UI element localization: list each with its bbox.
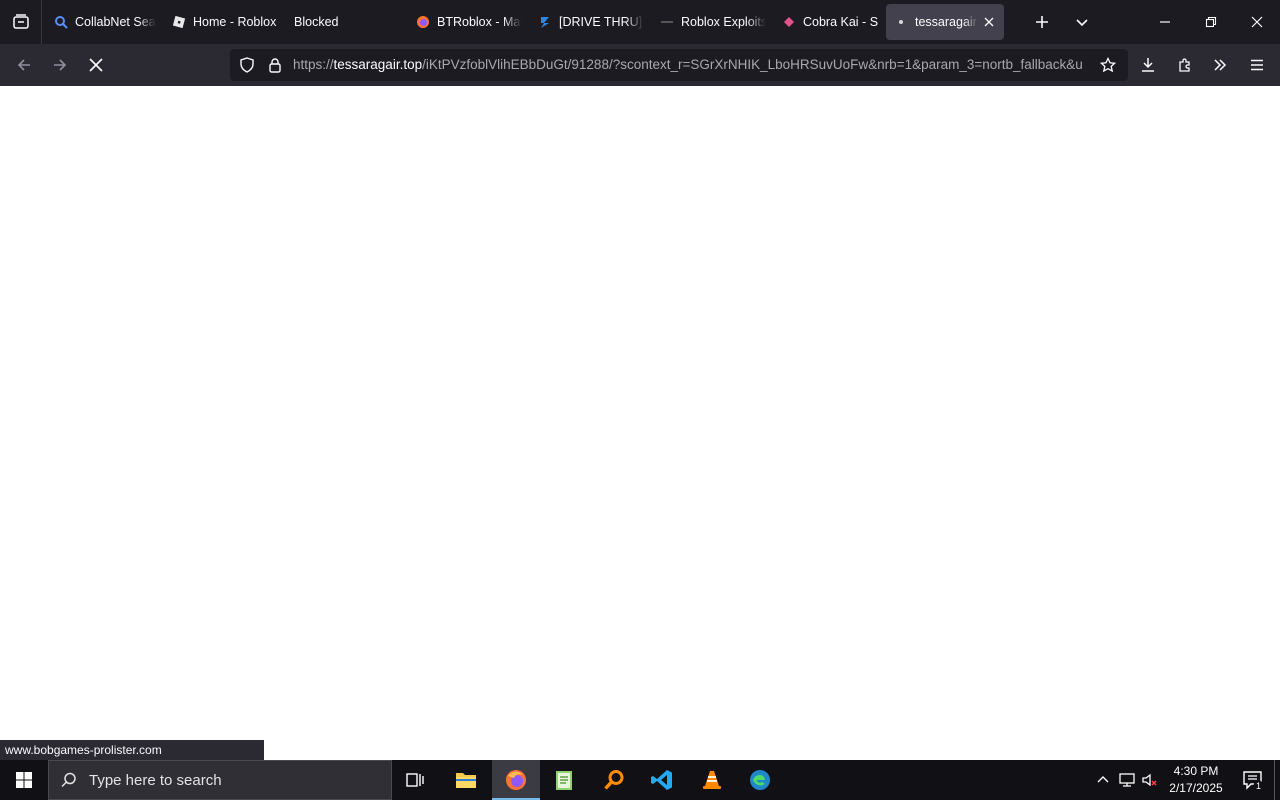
minimize-button[interactable]	[1142, 0, 1188, 44]
clock-date: 2/17/2025	[1169, 781, 1223, 795]
notification-count: 1	[1256, 781, 1261, 791]
restore-icon	[1205, 16, 1217, 28]
tab-roblox-exploits[interactable]: Roblox Exploits	[652, 4, 774, 40]
show-desktop-button[interactable]	[1274, 760, 1280, 800]
tab-title: BTRoblox - Making Roblox Better	[437, 15, 522, 29]
chevron-up-icon	[1097, 776, 1109, 783]
tab-title: Home - Roblox	[193, 15, 277, 29]
taskbar-search-box[interactable]: Type here to search	[48, 760, 392, 800]
tab-collabnet-search[interactable]: CollabNet Search	[46, 4, 164, 40]
windows-logo-icon	[16, 772, 32, 788]
tab-strip: CollabNet Search Home - Roblox Blocked B…	[0, 0, 1280, 44]
chevron-down-icon	[1076, 19, 1088, 27]
dots-icon	[660, 15, 674, 29]
bookmark-star-icon[interactable]	[1100, 57, 1116, 73]
forward-button[interactable]	[44, 49, 76, 81]
tab-title: [DRIVE THRU] Fast Food Simulator	[559, 15, 644, 29]
tab-manager-icon	[12, 14, 29, 29]
clock-time: 4:30 PM	[1173, 764, 1219, 778]
back-arrow-icon	[17, 59, 30, 71]
search-icon	[49, 771, 89, 789]
clock[interactable]: 4:30 PM 2/17/2025	[1160, 763, 1232, 797]
action-center-button[interactable]: 1	[1234, 760, 1272, 800]
search-icon	[54, 15, 68, 29]
show-hidden-icons-button[interactable]	[1093, 770, 1113, 790]
tab-manager-button[interactable]	[0, 0, 42, 44]
vscode-icon	[651, 770, 672, 790]
firefox-app[interactable]	[492, 760, 540, 800]
tabs: CollabNet Search Home - Roblox Blocked B…	[46, 4, 1004, 40]
notification-icon: 1	[1243, 771, 1264, 791]
downloads-button[interactable]	[1132, 49, 1164, 81]
edge-icon	[750, 770, 770, 790]
back-button[interactable]	[8, 49, 40, 81]
file-explorer-app[interactable]	[442, 760, 490, 800]
network-icon	[1119, 773, 1135, 787]
firefox-icon	[416, 15, 430, 29]
search-app-icon	[604, 770, 624, 790]
minimize-icon	[1160, 21, 1170, 23]
double-chevron-right-icon	[1214, 59, 1227, 71]
shield-icon[interactable]	[239, 57, 255, 73]
tab-title: tessaragair.top	[915, 15, 978, 29]
tab-title: Blocked	[294, 15, 339, 29]
url-text[interactable]: https://tessaragair.top/iKtPVzfoblVlihEB…	[293, 57, 1093, 73]
more-tools-button[interactable]	[1204, 49, 1236, 81]
folder-icon	[456, 773, 476, 788]
close-icon	[1251, 16, 1263, 28]
close-tab-icon[interactable]	[982, 15, 996, 29]
start-button[interactable]	[0, 760, 48, 800]
tab-title: Cobra Kai - S1	[803, 15, 878, 29]
gem-icon	[782, 15, 796, 29]
stop-button[interactable]	[80, 49, 112, 81]
stop-loading-icon	[89, 58, 103, 72]
tab-blocked[interactable]: Blocked	[286, 4, 408, 40]
dot-icon	[894, 15, 908, 29]
firefox-icon	[506, 770, 526, 790]
vlc-app[interactable]	[688, 760, 736, 800]
address-bar[interactable]: https://tessaragair.top/iKtPVzfoblVlihEB…	[230, 49, 1128, 81]
plus-icon	[1036, 16, 1048, 28]
volume-button[interactable]	[1140, 770, 1160, 790]
notepad-icon	[556, 771, 572, 790]
tab-title: Roblox Exploits	[681, 15, 766, 29]
url-path: /iKtPVzfoblVlihEBbDuGt/91288/?scontext_r…	[422, 57, 1083, 72]
tab-home-roblox[interactable]: Home - Roblox	[164, 4, 286, 40]
windows-taskbar: Type here to search 4:30 PM 2/17/2025 1	[0, 760, 1280, 800]
task-view-button[interactable]	[392, 760, 440, 800]
bolt-icon	[538, 15, 552, 29]
volume-muted-icon	[1142, 773, 1157, 787]
extensions-button[interactable]	[1169, 49, 1201, 81]
url-host: tessaragair.top	[333, 57, 423, 72]
restore-button[interactable]	[1188, 0, 1234, 44]
tab-cobra-kai[interactable]: Cobra Kai - S1	[774, 4, 886, 40]
tab-tessaragair[interactable]: tessaragair.top	[886, 4, 1004, 40]
lock-icon[interactable]	[267, 57, 283, 73]
tab-btroblox[interactable]: BTRoblox - Making Roblox Better	[408, 4, 530, 40]
app-menu-button[interactable]	[1241, 49, 1273, 81]
forward-arrow-icon	[54, 59, 67, 71]
network-button[interactable]	[1117, 770, 1137, 790]
notepad-app[interactable]	[540, 760, 588, 800]
tab-title: CollabNet Search	[75, 15, 156, 29]
url-scheme: https://	[293, 57, 334, 72]
edge-app[interactable]	[736, 760, 784, 800]
navigation-toolbar: https://tessaragair.top/iKtPVzfoblVlihEB…	[0, 44, 1280, 86]
hamburger-menu-icon	[1251, 59, 1263, 71]
list-all-tabs-button[interactable]	[1064, 4, 1100, 40]
download-icon	[1142, 58, 1154, 72]
roblox-icon	[172, 15, 186, 29]
page-content	[0, 86, 1280, 760]
puzzle-icon	[1179, 58, 1190, 72]
new-tab-button[interactable]	[1024, 4, 1060, 40]
link-status-panel: www.bobgames-prolister.com	[0, 740, 264, 760]
tab-drive-thru[interactable]: [DRIVE THRU] Fast Food Simulator	[530, 4, 652, 40]
search-app[interactable]	[590, 760, 638, 800]
task-view-icon	[406, 773, 424, 787]
vlc-icon	[703, 771, 721, 789]
close-window-button[interactable]	[1234, 0, 1280, 44]
search-placeholder: Type here to search	[89, 771, 222, 789]
vscode-app[interactable]	[638, 760, 686, 800]
